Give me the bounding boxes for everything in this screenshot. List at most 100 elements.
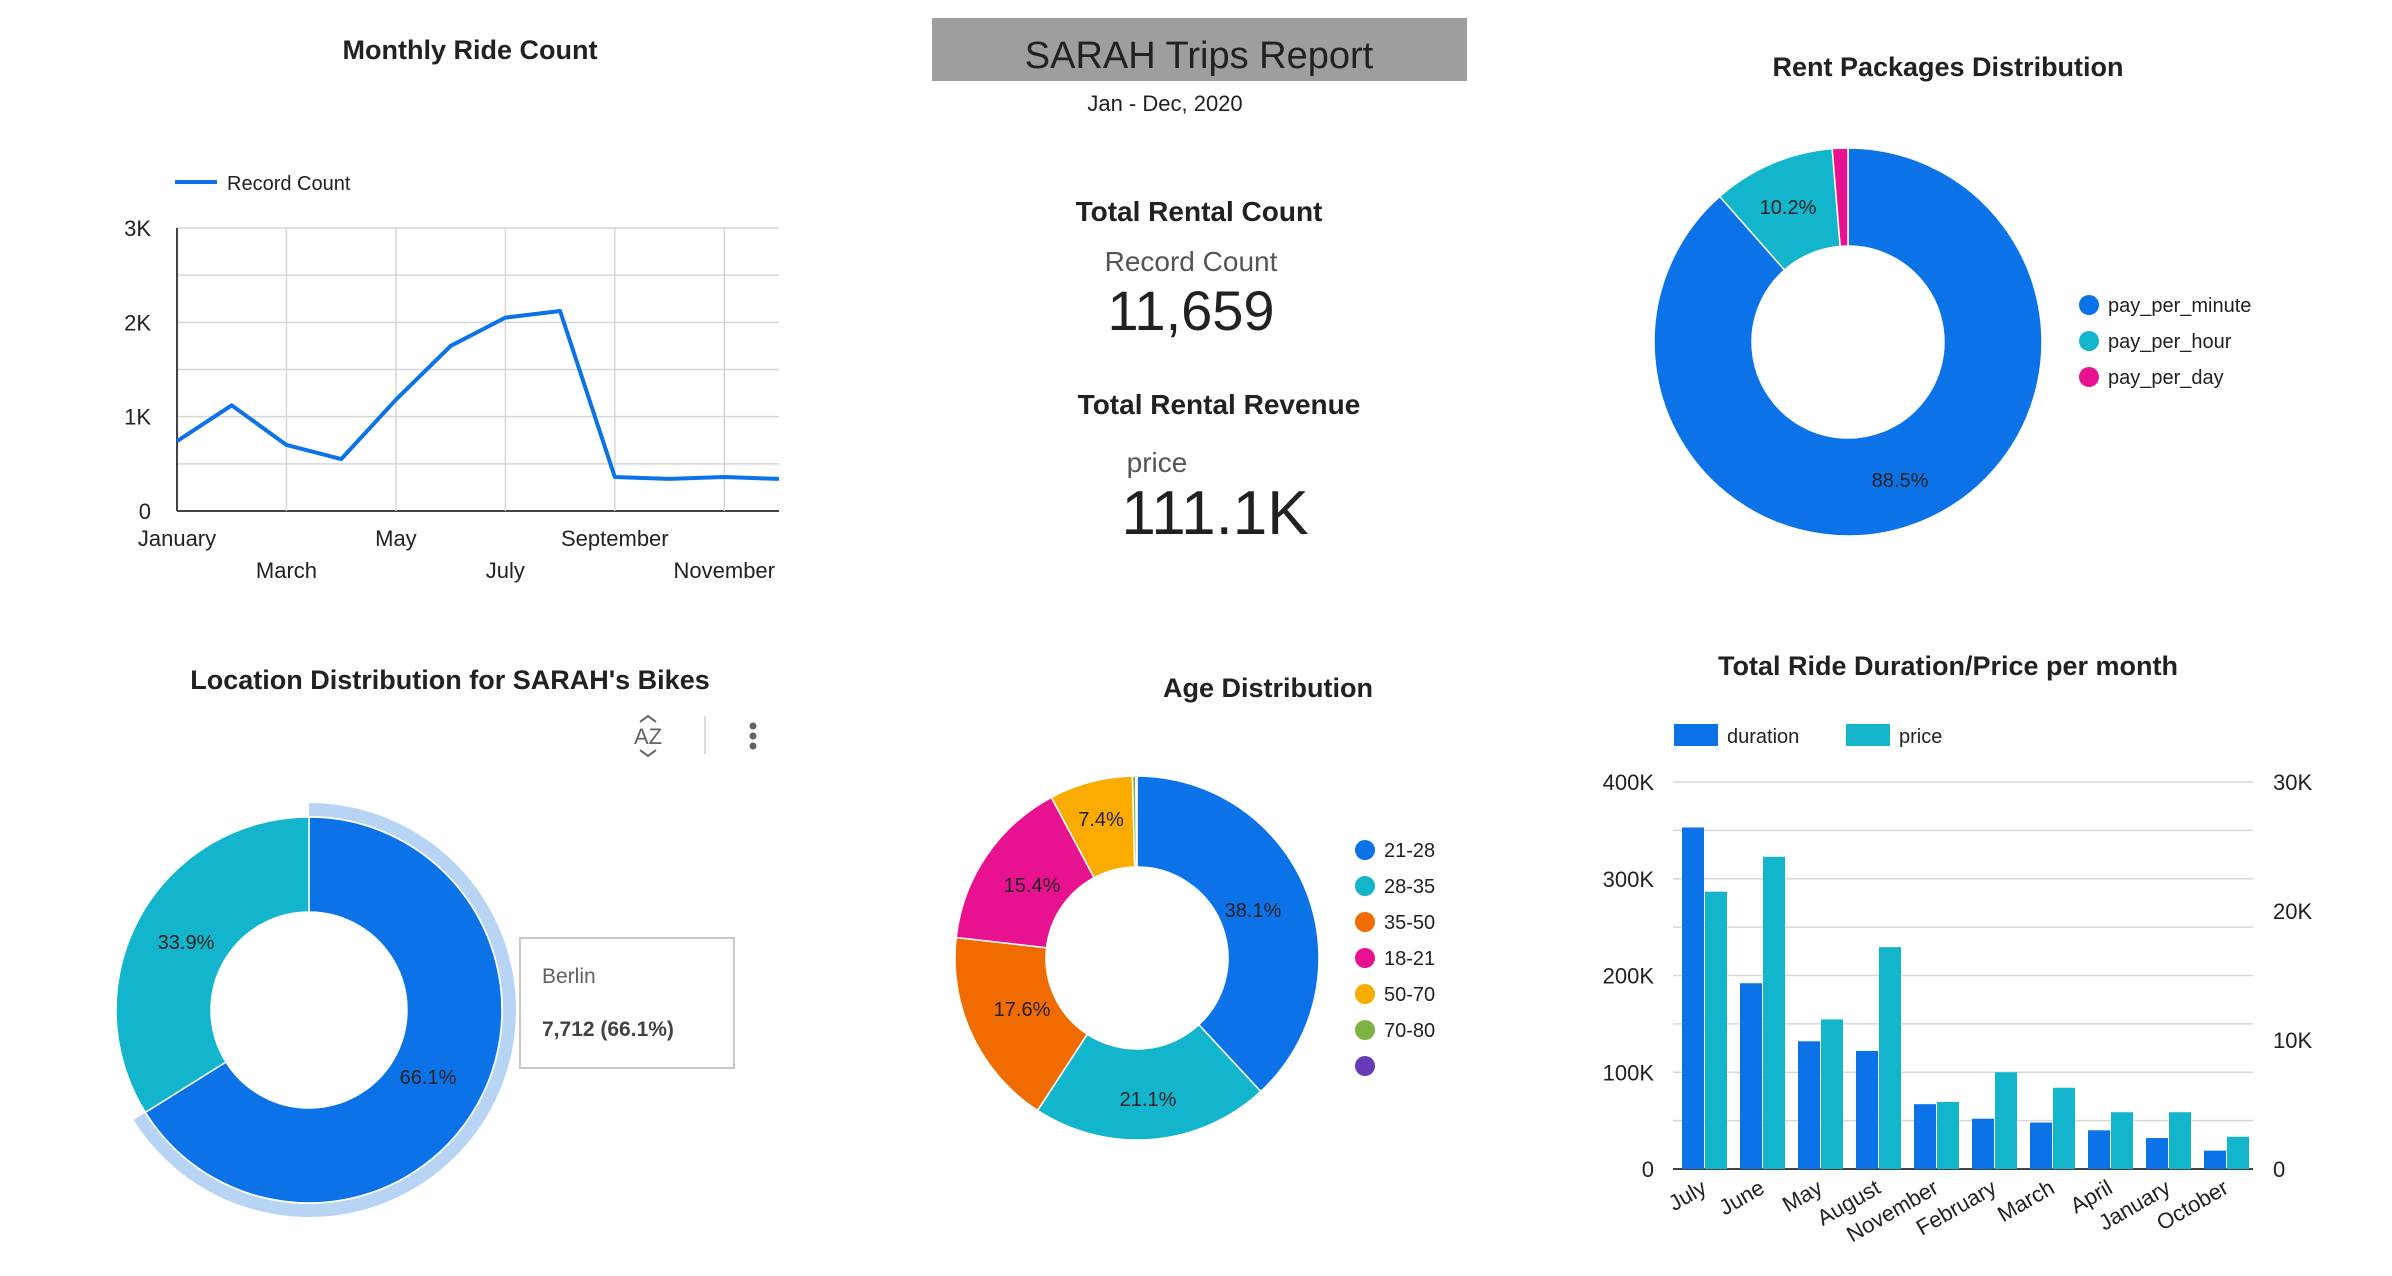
slice-label: 21.1% xyxy=(1120,1089,1177,1111)
slice-label: 33.9% xyxy=(158,932,215,954)
bar-price-March xyxy=(2053,1087,2075,1169)
x-tick-label: May xyxy=(375,526,417,551)
bar-price-January xyxy=(2169,1112,2191,1169)
y-left-tick-label: 400K xyxy=(1603,770,1655,795)
y-tick-label: 2K xyxy=(124,310,151,335)
slice-label: 10.2% xyxy=(1760,197,1817,219)
legend-label-18-21: 18-21 xyxy=(1384,948,1435,970)
slice-label: 88.5% xyxy=(1872,470,1929,492)
bar-duration-January xyxy=(2146,1138,2168,1169)
bar-price-July xyxy=(1705,891,1727,1169)
x-tick-label: November xyxy=(674,558,775,583)
scorecard-revenue-metric: price xyxy=(1127,447,1188,478)
y-left-tick-label: 300K xyxy=(1603,867,1655,892)
chart-title-location: Location Distribution for SARAH's Bikes xyxy=(190,665,709,695)
y-right-tick-label: 30K xyxy=(2273,770,2312,795)
legend-label-70-80: 70-80 xyxy=(1384,1020,1435,1042)
legend-swatch-price xyxy=(1846,724,1890,746)
bar-price-June xyxy=(1763,856,1785,1169)
slice-21-28 xyxy=(1136,775,1320,1093)
legend-dot-28-35 xyxy=(1355,876,1375,896)
legend-label-pay_per_day: pay_per_day xyxy=(2108,367,2224,389)
svg-text:AZ: AZ xyxy=(634,724,662,749)
legend-dot-21-28 xyxy=(1355,840,1375,860)
slice-label: 17.6% xyxy=(994,999,1051,1021)
duration-price-bar-chart: 0100K200K300K400K010K20K30KJuly June MayAu… xyxy=(1603,724,2312,1247)
y-right-tick-label: 20K xyxy=(2273,899,2312,924)
legend-label-50-70: 50-70 xyxy=(1384,984,1435,1006)
slice-slice-6 xyxy=(1135,775,1138,868)
bar-price-October xyxy=(2227,1136,2249,1169)
x-tick-label: March xyxy=(256,558,317,583)
y-left-tick-label: 0 xyxy=(1642,1157,1654,1182)
bar-duration-March xyxy=(2030,1122,2052,1169)
y-tick-label: 1K xyxy=(124,405,151,430)
y-right-tick-label: 0 xyxy=(2273,1157,2285,1182)
legend-dot-unnamed xyxy=(1355,1056,1375,1076)
legend-dot-pay_per_day xyxy=(2079,367,2099,387)
x-tick-label: March xyxy=(1993,1175,2058,1227)
bar-price-August xyxy=(1879,947,1901,1169)
more-vert-icon[interactable] xyxy=(735,712,771,758)
bar-duration-October xyxy=(2204,1150,2226,1169)
legend-dot-70-80 xyxy=(1355,1020,1375,1040)
legend-label-record-count: Record Count xyxy=(227,173,351,195)
tooltip-title: Berlin xyxy=(542,965,596,988)
y-left-tick-label: 100K xyxy=(1603,1060,1655,1085)
x-tick-label: June xyxy=(1715,1175,1769,1221)
slice-label: 7.4% xyxy=(1078,809,1124,831)
report-date-range: Jan - Dec, 2020 xyxy=(1087,91,1242,116)
bar-price-February xyxy=(1995,1072,2017,1169)
bar-duration-July xyxy=(1682,827,1704,1169)
legend-dot-50-70 xyxy=(1355,984,1375,1004)
legend-label-21-28: 21-28 xyxy=(1384,840,1435,862)
location-donut: 66.1% 33.9% xyxy=(115,803,516,1217)
scorecard-revenue-heading: Total Rental Revenue xyxy=(1078,389,1361,420)
sort-az-icon[interactable]: AZ xyxy=(625,712,671,758)
x-tick-label: July xyxy=(1664,1175,1710,1216)
legend-dot-18-21 xyxy=(1355,948,1375,968)
slice-slice-1 xyxy=(115,816,310,1114)
legend-label-pay_per_hour: pay_per_hour xyxy=(2108,331,2232,353)
scorecard-rental-count-heading: Total Rental Count xyxy=(1076,196,1323,227)
y-tick-label: 0 xyxy=(139,499,151,524)
monthly-ride-line-chart: 0 1K 2K 3K January March May July SeptemberNovem… xyxy=(124,173,780,583)
y-right-tick-label: 10K xyxy=(2273,1028,2312,1053)
legend-label-price: price xyxy=(1899,726,1942,748)
legend-dot-pay_per_minute xyxy=(2079,295,2099,315)
slice-label: 38.1% xyxy=(1225,900,1282,922)
bar-price-April xyxy=(2111,1112,2133,1169)
chart-title-age: Age Distribution xyxy=(1163,673,1373,703)
scorecard-revenue-value: 111.1K xyxy=(1121,479,1308,548)
bar-duration-August xyxy=(1856,1050,1878,1169)
slice-label: 15.4% xyxy=(1004,875,1061,897)
bar-duration-June xyxy=(1740,983,1762,1169)
series-line-record-count xyxy=(175,309,780,481)
legend-label-pay_per_minute: pay_per_minute xyxy=(2108,295,2251,317)
y-left-tick-label: 200K xyxy=(1603,964,1655,989)
legend-label-28-35: 28-35 xyxy=(1384,876,1435,898)
legend-label-duration: duration xyxy=(1727,726,1799,748)
dashboard-canvas: SARAH Trips Report Jan - Dec, 2020 Total… xyxy=(115,18,2312,1247)
chart-title-packages: Rent Packages Distribution xyxy=(1772,52,2123,82)
legend-swatch-duration xyxy=(1674,724,1718,746)
x-tick-label: September xyxy=(561,526,669,551)
legend-dot-35-50 xyxy=(1355,912,1375,932)
tooltip-berlin: Berlin 7,712 (66.1%) xyxy=(519,937,735,1069)
y-tick-label: 3K xyxy=(124,216,151,241)
rent-packages-donut: 88.5% 10.2% pay_per_minute pay_per_hour pay_… xyxy=(1653,147,2251,537)
legend-dot-pay_per_hour xyxy=(2079,331,2099,351)
slice-label: 66.1% xyxy=(400,1067,457,1089)
x-tick-label: January xyxy=(138,526,216,551)
scorecard-rental-count-value: 11,659 xyxy=(1107,279,1274,342)
bar-duration-May xyxy=(1798,1041,1820,1169)
tooltip-value: 7,712 (66.1%) xyxy=(542,1018,674,1041)
bar-duration-November xyxy=(1914,1104,1936,1169)
legend-label-35-50: 35-50 xyxy=(1384,912,1435,934)
x-tick-label: July xyxy=(486,558,525,583)
bar-duration-April xyxy=(2088,1130,2110,1169)
report-title: SARAH Trips Report xyxy=(1025,35,1374,77)
age-donut: 38.1% 21.1% 17.6% 15.4% 7.4% 21-28 28-35 35-50 1… xyxy=(954,775,1435,1141)
bar-price-November xyxy=(1937,1101,1959,1169)
bar-duration-February xyxy=(1972,1118,1994,1169)
